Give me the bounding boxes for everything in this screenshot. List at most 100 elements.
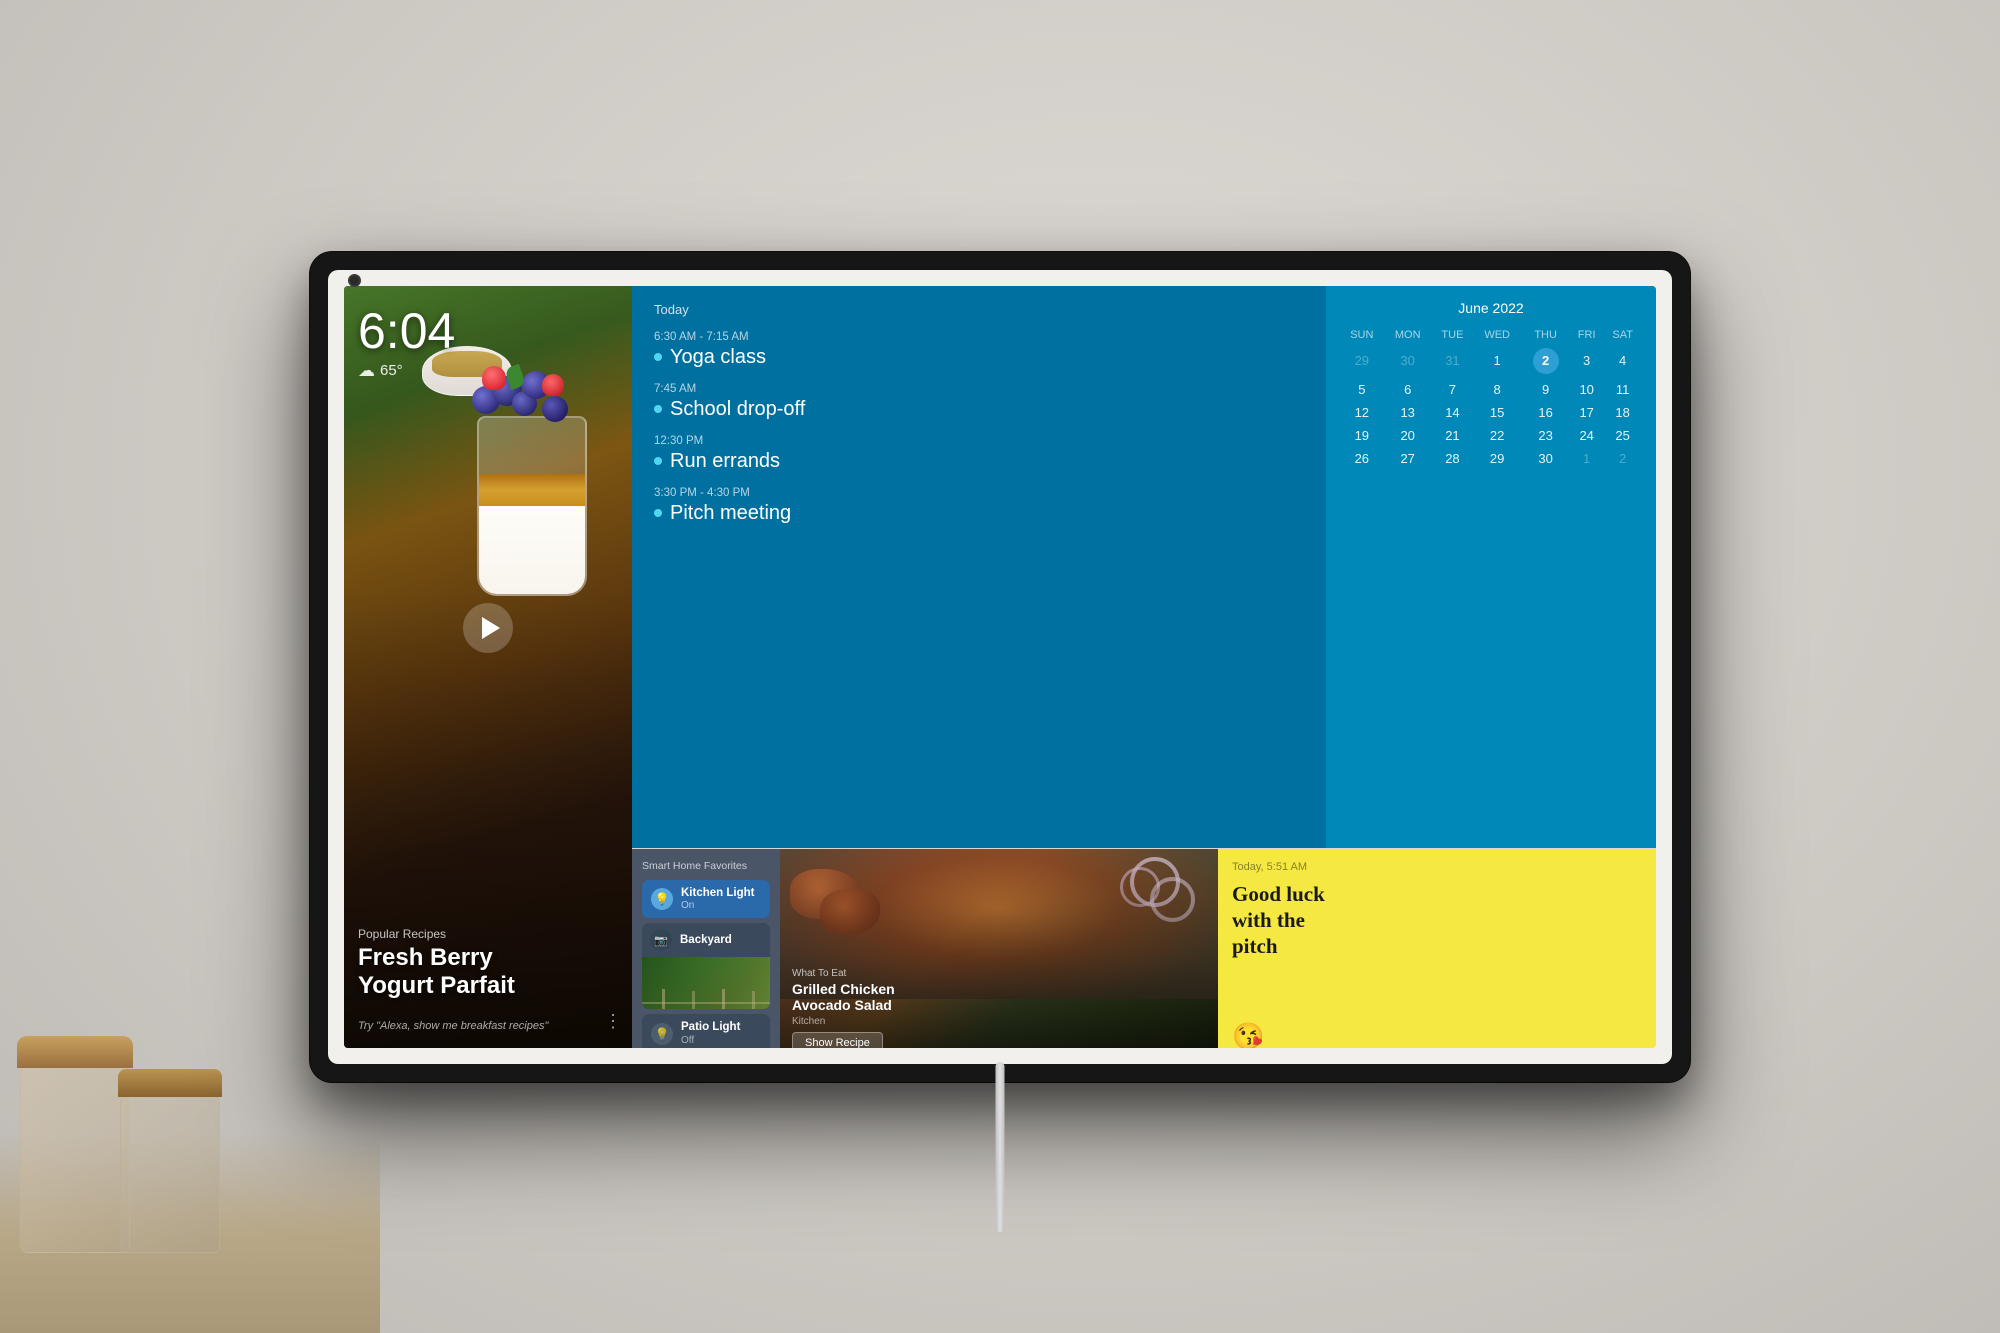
device-kitchen-name: Kitchen Light [681,887,754,901]
event-name-2: School drop-off [654,398,1304,421]
calendar-title: June 2022 [1340,300,1642,316]
calendar-day[interactable]: 31 [1432,344,1473,378]
calendar-grid: SUN MON TUE WED THU FRI SAT [1340,326,1642,470]
calendar-day[interactable]: 15 [1473,401,1521,424]
weather-icon: ☁ [358,361,375,381]
calendar-day[interactable]: 2 [1521,344,1570,378]
calendar-day[interactable]: 22 [1473,424,1521,447]
play-icon [482,617,500,639]
calendar-day[interactable]: 14 [1432,401,1473,424]
cal-header-fri: FRI [1570,326,1603,344]
cal-header-wed: WED [1473,326,1521,344]
what-to-eat-tag: What To Eat [792,968,1206,979]
event-item-2[interactable]: 7:45 AM School drop-off [654,383,1304,421]
more-options-icon[interactable]: ⋮ [604,1011,622,1032]
smart-home-widget: Smart Home Favorites 💡 Kitchen Light On [632,849,780,1048]
calendar-day[interactable]: 5 [1340,378,1384,401]
calendar-day[interactable]: 28 [1432,447,1473,470]
device-patio-status: Off [681,1035,740,1046]
calendar-day[interactable]: 29 [1473,447,1521,470]
device-kitchen-light[interactable]: 💡 Kitchen Light On [642,880,770,919]
calendar-day[interactable]: 11 [1603,378,1642,401]
device-patio-light[interactable]: 💡 Patio Light Off [642,1014,770,1047]
event-name-3: Run errands [654,450,1304,473]
calendar-day[interactable]: 20 [1384,424,1432,447]
calendar-day[interactable]: 23 [1521,424,1570,447]
event-time-4: 3:30 PM - 4:30 PM [654,487,1304,499]
what-to-eat-widget[interactable]: What To Eat Grilled ChickenAvocado Salad… [780,849,1218,1048]
calendar-day[interactable]: 18 [1603,401,1642,424]
events-area: Today 6:30 AM - 7:15 AM Yoga class [632,286,1326,848]
camera-dot [348,274,361,287]
backyard-thumbnail [642,957,770,1009]
screen: 6:04 ☁ 65° Popular Recipes Fresh BerryYo… [344,286,1656,1048]
calendar-day[interactable]: 1 [1473,344,1521,378]
recipe-hint: Try "Alexa, show me breakfast recipes" [358,1020,548,1032]
bottom-widgets: Smart Home Favorites 💡 Kitchen Light On [632,848,1656,1048]
left-panel: 6:04 ☁ 65° Popular Recipes Fresh BerryYo… [344,286,632,1048]
tv-frame: 6:04 ☁ 65° Popular Recipes Fresh BerryYo… [310,252,1690,1082]
power-cord [996,1062,1005,1232]
calendar-day[interactable]: 9 [1521,378,1570,401]
play-button[interactable] [463,603,513,653]
device-patio-name: Patio Light [681,1021,740,1035]
calendar-day[interactable]: 12 [1340,401,1384,424]
device-patio-info: Patio Light Off [681,1021,740,1046]
recipe-info: Popular Recipes Fresh BerryYogurt Parfai… [358,927,618,999]
device-backyard[interactable]: 📷 Backyard [642,923,770,1009]
light-on-icon: 💡 [651,888,673,910]
calendar-day[interactable]: 4 [1603,344,1642,378]
recipe-widget-content: What To Eat Grilled ChickenAvocado Salad… [780,958,1218,1048]
calendar-day[interactable]: 8 [1473,378,1521,401]
today-label: Today [654,302,1304,317]
calendar-day[interactable]: 30 [1384,344,1432,378]
calendar-day[interactable]: 6 [1384,378,1432,401]
show-recipe-button[interactable]: Show Recipe [792,1032,883,1047]
right-panel: Today 6:30 AM - 7:15 AM Yoga class [632,286,1656,1048]
event-name-4: Pitch meeting [654,502,1304,525]
calendar-day[interactable]: 27 [1384,447,1432,470]
recipe-source: Kitchen [792,1016,1206,1027]
event-dot-1 [654,353,662,361]
calendar-day[interactable]: 21 [1432,424,1473,447]
event-item-3[interactable]: 12:30 PM Run errands [654,435,1304,473]
calendar-day[interactable]: 2 [1603,447,1642,470]
cal-header-sun: SUN [1340,326,1384,344]
calendar-day[interactable]: 26 [1340,447,1384,470]
event-time-1: 6:30 AM - 7:15 AM [654,331,1304,343]
calendar-day[interactable]: 7 [1432,378,1473,401]
event-dot-2 [654,405,662,413]
cal-header-mon: MON [1384,326,1432,344]
device-backyard-name: Backyard [680,934,732,946]
tv-bezel: 6:04 ☁ 65° Popular Recipes Fresh BerryYo… [328,270,1672,1064]
event-item-1[interactable]: 6:30 AM - 7:15 AM Yoga class [654,331,1304,369]
event-dot-4 [654,509,662,517]
event-item-4[interactable]: 3:30 PM - 4:30 PM Pitch meeting [654,487,1304,525]
calendar-day[interactable]: 25 [1603,424,1642,447]
calendar-day[interactable]: 16 [1521,401,1570,424]
calendar-day[interactable]: 3 [1570,344,1603,378]
camera-icon: 📷 [650,929,672,951]
calendar-day[interactable]: 29 [1340,344,1384,378]
note-text: Good luckwith thepitch [1232,881,1642,1016]
calendar-day[interactable]: 24 [1570,424,1603,447]
event-name-1: Yoga class [654,346,1304,369]
calendar-day[interactable]: 13 [1384,401,1432,424]
recipe-widget-title: Grilled ChickenAvocado Salad [792,981,1206,1015]
cal-header-sat: SAT [1603,326,1642,344]
calendar-day[interactable]: 10 [1570,378,1603,401]
time-display: 6:04 [358,306,455,356]
calendar-day[interactable]: 1 [1570,447,1603,470]
calendar-area: June 2022 SUN MON TUE WED THU [1326,286,1656,848]
device-kitchen-status: On [681,900,754,911]
weather-info: ☁ 65° [358,361,455,381]
event-dot-3 [654,457,662,465]
calendar-day[interactable]: 30 [1521,447,1570,470]
light-off-icon: 💡 [651,1023,673,1045]
temperature: 65° [380,362,403,379]
event-time-2: 7:45 AM [654,383,1304,395]
note-widget: Today, 5:51 AM Good luckwith thepitch 😘 [1218,849,1656,1048]
cal-header-tue: TUE [1432,326,1473,344]
calendar-day[interactable]: 17 [1570,401,1603,424]
calendar-day[interactable]: 19 [1340,424,1384,447]
